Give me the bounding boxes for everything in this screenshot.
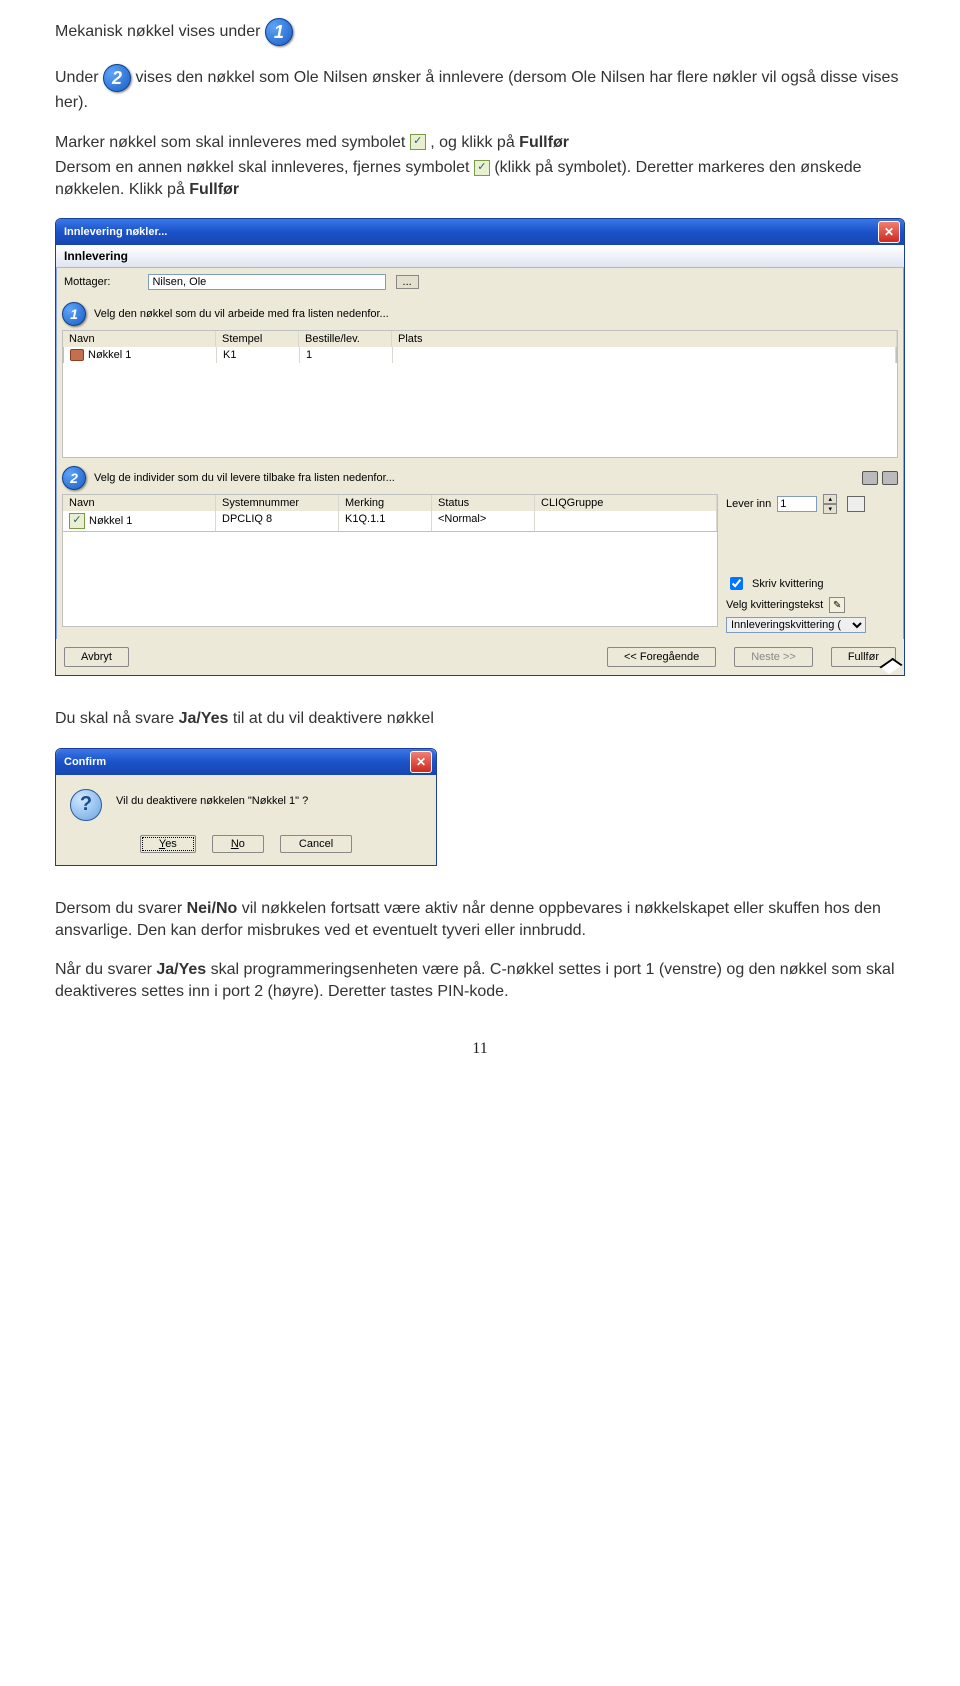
col-navn: Navn	[63, 495, 216, 511]
foregaende-button[interactable]: << Foregående	[607, 647, 716, 667]
col-plats: Plats	[392, 331, 897, 347]
text-bold: Fullfør	[189, 181, 239, 198]
subtitle: Innlevering	[56, 245, 904, 268]
search-icons[interactable]	[862, 471, 898, 485]
question-icon: ?	[70, 789, 102, 821]
col-sysnum: Systemnummer	[216, 495, 339, 511]
binoculars-icon[interactable]	[862, 471, 878, 485]
cancel-button[interactable]: Cancel	[280, 835, 352, 853]
paragraph-4: Dersom en annen nøkkel skal innleveres, …	[55, 157, 905, 200]
text-bold: Ja/Yes	[179, 710, 229, 727]
badge-1-icon: 1	[265, 18, 293, 46]
text: Dersom en annen nøkkel skal innleveres, …	[55, 159, 474, 176]
lever-inn-input[interactable]	[777, 496, 817, 512]
col-bestille: Bestille/lev.	[299, 331, 392, 347]
cell-status: <Normal>	[432, 511, 535, 531]
velg-kvitt-label: Velg kvitteringstekst	[726, 599, 823, 611]
text: Marker nøkkel som skal innleveres med sy…	[55, 134, 410, 151]
text: Dersom du svarer	[55, 900, 187, 917]
key-icon	[70, 349, 84, 361]
paragraph-7: Når du svarer Ja/Yes skal programmerings…	[55, 959, 905, 1002]
badge-2-icon: 2	[62, 466, 86, 490]
wizard-buttons: Avbryt << Foregående Neste >> Fullfør	[56, 639, 904, 675]
confirm-dialog: Confirm ✕ ? Vil du deaktivere nøkkelen "…	[55, 748, 437, 866]
window-innlevering: Innlevering nøkler... ✕ Innlevering Mott…	[55, 218, 905, 676]
avbryt-button[interactable]: Avbryt	[64, 647, 129, 667]
lever-inn-label: Lever inn	[726, 498, 771, 510]
close-button[interactable]: ✕	[878, 221, 900, 243]
checkbox-icon: ✓	[410, 134, 426, 150]
fullfor-button[interactable]: Fullfør	[831, 647, 896, 667]
list-row[interactable]: Nøkkel 1 K1 1	[63, 347, 897, 363]
col-cliq: CLIQGruppe	[535, 495, 717, 511]
neste-button: Neste >>	[734, 647, 813, 667]
col-navn: Navn	[63, 331, 216, 347]
spinner[interactable]: ▴▾	[823, 494, 837, 514]
text-bold: Ja/Yes	[156, 961, 206, 978]
skriv-kvittering-row: Skriv kvittering	[726, 574, 898, 593]
paragraph-1: Mekanisk nøkkel vises under 1	[55, 18, 905, 46]
no-button[interactable]: No	[212, 835, 264, 853]
mottager-label: Mottager:	[64, 276, 110, 288]
text: Under	[55, 69, 103, 86]
confirm-title: Confirm	[64, 756, 106, 768]
section-1-list[interactable]: Nøkkel 1 K1 1	[62, 347, 898, 458]
skriv-kvittering-checkbox[interactable]	[730, 577, 743, 590]
close-button[interactable]: ✕	[410, 751, 432, 773]
col-stempel: Stempel	[216, 331, 299, 347]
cell-cliq	[535, 511, 717, 531]
section-2-header[interactable]: Navn Systemnummer Merking Status CLIQGru…	[62, 494, 718, 511]
titlebar: Confirm ✕	[56, 749, 436, 775]
badge-1-icon: 1	[62, 302, 86, 326]
mottager-row: Mottager: ...	[56, 268, 904, 296]
edit-icon[interactable]: ✎	[829, 597, 845, 613]
text: Du skal nå svare	[55, 710, 179, 727]
binoculars-zoom-icon[interactable]	[882, 471, 898, 485]
cell-navn: Nøkkel 1	[89, 515, 132, 527]
text-bold: Nei/No	[187, 900, 238, 917]
cell-stempel: K1	[217, 347, 300, 363]
spin-up-icon[interactable]: ▴	[823, 494, 837, 504]
list-row[interactable]: ✓ Nøkkel 1 DPCLIQ 8 K1Q.1.1 <Normal>	[62, 511, 718, 532]
section-1: 1 Velg den nøkkel som du vil arbeide med…	[62, 300, 898, 458]
skriv-kvitt-label: Skriv kvittering	[752, 578, 824, 590]
printer-icon[interactable]	[847, 496, 865, 512]
text: Mekanisk nøkkel vises under	[55, 23, 265, 40]
cell-navn: Nøkkel 1	[88, 349, 131, 361]
section-2: 2 Velg de individer som du vil levere ti…	[62, 464, 898, 639]
kvittering-select[interactable]: Innleveringskvittering (	[726, 617, 866, 633]
mottager-input[interactable]	[148, 274, 386, 290]
section-2-title: Velg de individer som du vil levere tilb…	[94, 472, 395, 484]
confirm-message: Vil du deaktivere nøkkelen "Nøkkel 1" ?	[116, 789, 308, 821]
yes-button[interactable]: Yes	[140, 835, 196, 853]
text: til at du vil deaktivere nøkkel	[233, 710, 434, 727]
badge-2-icon: 2	[103, 64, 131, 92]
cell-plats	[393, 347, 896, 363]
checkbox-icon: ✓	[474, 160, 490, 176]
ellipsis-button[interactable]: ...	[396, 275, 419, 289]
text: vises den nøkkel som Ole Nilsen ønsker å…	[55, 69, 898, 111]
cell-sysnum: DPCLIQ 8	[216, 511, 339, 531]
list-blank-area	[62, 532, 718, 627]
titlebar: Innlevering nøkler... ✕	[56, 219, 904, 245]
paragraph-5: Du skal nå svare Ja/Yes til at du vil de…	[55, 708, 905, 730]
velg-kvittering-row: Velg kvitteringstekst ✎	[726, 597, 898, 613]
cell-merking: K1Q.1.1	[339, 511, 432, 531]
section-1-title: Velg den nøkkel som du vil arbeide med f…	[94, 308, 389, 320]
lever-inn-row: Lever inn ▴▾	[726, 494, 898, 514]
cell-bestille: 1	[300, 347, 393, 363]
text: , og klikk på	[430, 134, 519, 151]
paragraph-6: Dersom du svarer Nei/No vil nøkkelen for…	[55, 898, 905, 941]
col-merking: Merking	[339, 495, 432, 511]
section-1-header[interactable]: Navn Stempel Bestille/lev. Plats	[62, 330, 898, 347]
text-bold: Fullfør	[519, 134, 569, 151]
paragraph-3: Marker nøkkel som skal innleveres med sy…	[55, 132, 905, 154]
text: Når du svarer	[55, 961, 156, 978]
col-status: Status	[432, 495, 535, 511]
window-title: Innlevering nøkler...	[64, 226, 167, 238]
checkbox-icon[interactable]: ✓	[69, 513, 85, 529]
page-number: 11	[55, 1040, 905, 1058]
spin-down-icon[interactable]: ▾	[823, 504, 837, 514]
paragraph-2: Under 2 vises den nøkkel som Ole Nilsen …	[55, 64, 905, 114]
